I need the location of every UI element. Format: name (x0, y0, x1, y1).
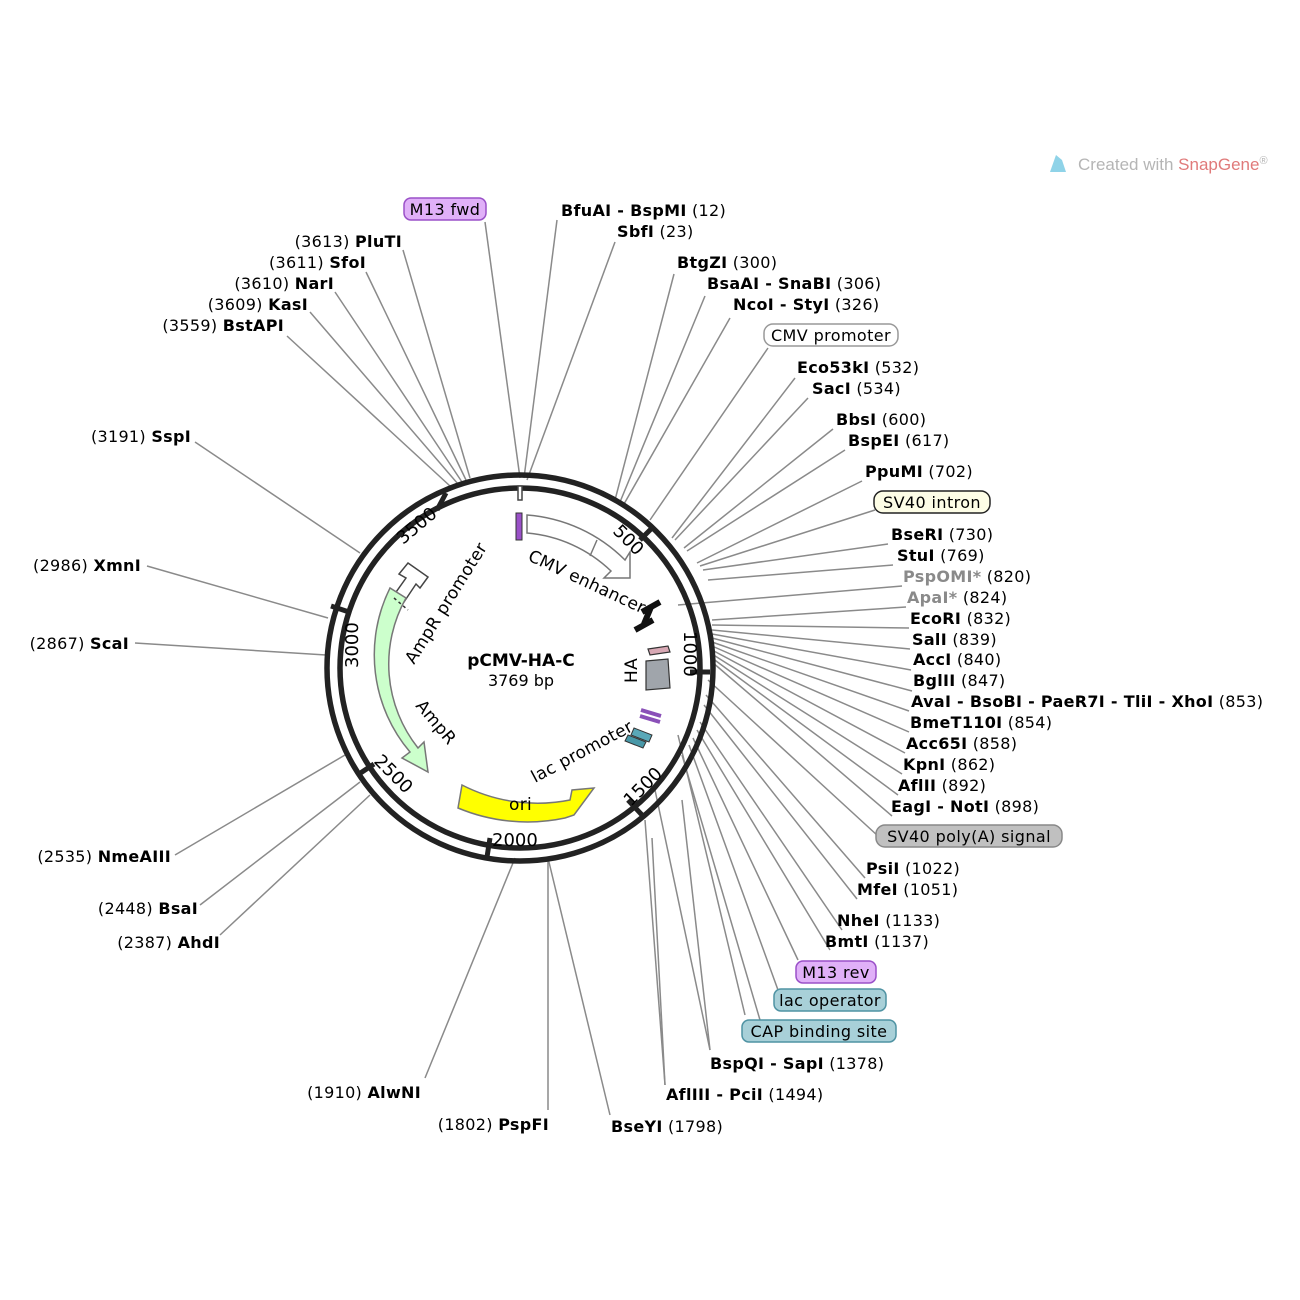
restriction-sites-left: (3613) PluTI (3611) SfoI (3610) NarI (36… (30, 232, 549, 1134)
plasmid-map: Created with SnapGene® 500 1000 1500 200… (30, 155, 1268, 1136)
site-bbsi: BbsI (600) (836, 410, 926, 429)
site-sali: SalI (839) (912, 630, 997, 649)
site-bseyi: BseYI (1798) (611, 1117, 723, 1136)
box-m13-rev-text: M13 rev (802, 963, 870, 982)
site-pspfi: (1802) PspFI (438, 1115, 549, 1134)
site-bspqi: BspQI - SapI (1378) (710, 1054, 884, 1073)
label-ori: ori (509, 795, 532, 815)
site-apai: ApaI* (824) (907, 588, 1007, 607)
ampr-arrow (373, 586, 429, 774)
site-bmti: BmtI (1137) (825, 932, 929, 951)
plasmid-name: pCMV-HA-C (467, 651, 574, 671)
tick-3000: 3000 (342, 622, 363, 668)
site-eagi: EagI - NotI (898) (891, 797, 1039, 816)
watermark-suffix: ® (1259, 155, 1267, 167)
site-nhei: NheI (1133) (837, 911, 940, 930)
snapgene-watermark: Created with SnapGene® (1050, 155, 1268, 174)
site-bsai: (2448) BsaI (98, 899, 198, 918)
box-cap-binding: CAP binding site (741, 1019, 897, 1043)
site-bseri: BseRI (730) (891, 525, 993, 544)
site-nmeaiii: (2535) NmeAIII (37, 847, 171, 866)
site-mfei: MfeI (1051) (857, 880, 958, 899)
site-bstapi: (3559) BstAPI (162, 316, 284, 335)
site-ecori: EcoRI (832) (910, 609, 1011, 628)
site-ppumi: PpuMI (702) (865, 462, 973, 481)
site-bglii: BglII (847) (913, 671, 1005, 690)
site-aflii: AflII (892) (898, 776, 986, 795)
box-sv40-intron-text: SV40 intron (883, 493, 981, 512)
site-alwni: (1910) AlwNI (307, 1083, 421, 1102)
watermark-brand: SnapGene (1178, 155, 1259, 174)
box-m13-rev: M13 rev (795, 960, 877, 984)
ha-orf-block (645, 658, 671, 691)
site-pspomi: PspOMI* (820) (903, 567, 1031, 586)
box-sv40-polya-text: SV40 poly(A) signal (887, 827, 1051, 846)
site-bfuai: BfuAI - BspMI (12) (561, 201, 726, 220)
box-sv40-intron: SV40 intron (873, 490, 991, 514)
label-ampr: AmpR (411, 696, 460, 749)
box-m13-fwd: M13 fwd (403, 197, 487, 221)
sv40-polya-marker (639, 708, 662, 724)
site-sspi: (3191) SspI (91, 427, 191, 446)
site-acci: AccI (840) (913, 650, 1001, 669)
box-lac-operator: lac operator (773, 988, 887, 1012)
box-cap-binding-text: CAP binding site (751, 1022, 888, 1041)
site-kasi: (3609) KasI (208, 295, 308, 314)
label-ampr-promoter: AmpR promoter (401, 539, 492, 667)
site-stui: StuI (769) (897, 546, 985, 565)
tick-2000: 2000 (492, 830, 538, 851)
site-saci: SacI (534) (812, 379, 901, 398)
site-pluti: (3613) PluTI (295, 232, 402, 251)
snapgene-logo-icon (1050, 155, 1066, 172)
site-kpni: KpnI (862) (903, 755, 995, 774)
site-bspei: BspEI (617) (848, 431, 949, 450)
site-eco53ki: Eco53kI (532) (797, 358, 919, 377)
site-xmni: (2986) XmnI (33, 556, 141, 575)
box-cmv-promoter: CMV promoter (763, 323, 899, 347)
site-afliii: AflIII - PciI (1494) (666, 1085, 823, 1104)
tick-1000: 1000 (679, 631, 700, 677)
site-scai: (2867) ScaI (30, 634, 129, 653)
site-acc65i: Acc65I (858) (906, 734, 1017, 753)
box-m13-fwd-text: M13 fwd (410, 200, 481, 219)
site-bsaai: BsaAI - SnaBI (306) (707, 274, 881, 293)
site-ahdi: (2387) AhdI (117, 933, 220, 952)
label-lac-promoter: lac promoter (528, 717, 637, 787)
box-lac-operator-text: lac operator (779, 991, 881, 1010)
svg-text:Created with SnapGene®: Created with SnapGene® (1078, 155, 1268, 174)
site-sfoi: (3611) SfoI (269, 253, 366, 272)
watermark-prefix: Created with (1078, 155, 1178, 174)
ha-tag-marker (647, 645, 671, 656)
box-sv40-polya: SV40 poly(A) signal (875, 824, 1063, 848)
box-cmv-promoter-text: CMV promoter (771, 326, 891, 345)
plasmid-length: 3769 bp (488, 671, 554, 690)
cmv-promoter-marker (517, 485, 523, 501)
site-ncoi: NcoI - StyI (326) (733, 295, 879, 314)
site-sbfi: SbfI (23) (617, 222, 694, 241)
site-psii: PsiI (1022) (866, 859, 960, 878)
site-avai: AvaI - BsoBI - PaeR7I - TliI - XhoI (853… (911, 692, 1263, 711)
label-ha: HA (622, 658, 642, 683)
site-btgzi: BtgZI (300) (677, 253, 777, 272)
m13-fwd-marker (515, 512, 523, 541)
site-bmet110i: BmeT110I (854) (910, 713, 1052, 732)
site-nari: (3610) NarI (234, 274, 334, 293)
